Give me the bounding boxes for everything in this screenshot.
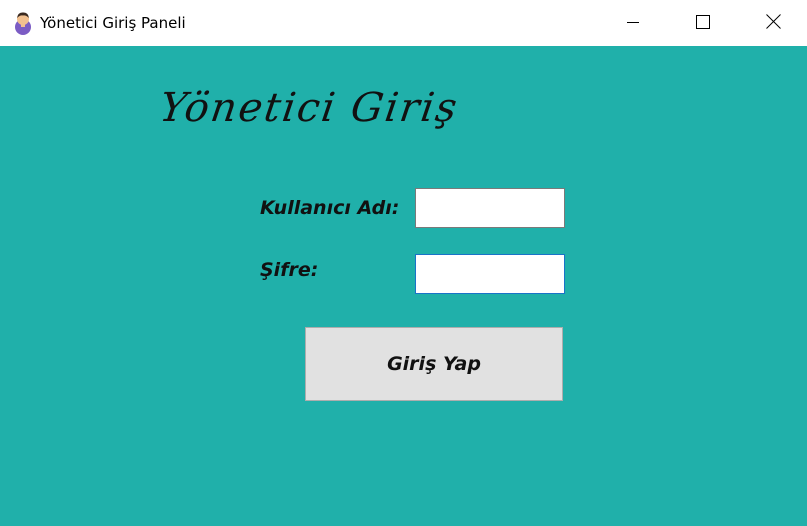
username-field[interactable] — [415, 188, 565, 228]
title-bar[interactable]: Yönetici Giriş Paneli — [0, 0, 807, 46]
page-title: Yönetici Giriş — [156, 85, 462, 131]
minimize-button[interactable] — [604, 0, 662, 46]
login-panel: Yönetici Giriş Kullanıcı Adı: Şifre: Gir… — [0, 46, 807, 526]
login-button-label: Giriş Yap — [387, 353, 481, 375]
username-label: Kullanıcı Adı: — [260, 197, 400, 219]
close-button[interactable] — [744, 0, 802, 46]
login-button[interactable]: Giriş Yap — [305, 327, 563, 401]
maximize-button[interactable] — [674, 0, 732, 46]
close-icon — [765, 13, 781, 33]
password-label: Şifre: — [260, 259, 319, 281]
minimize-icon — [626, 14, 640, 33]
window-title: Yönetici Giriş Paneli — [40, 14, 186, 32]
maximize-icon — [696, 14, 710, 33]
user-avatar-icon — [12, 11, 34, 35]
app-window: Yönetici Giriş Paneli Yönetici Giriş Kul… — [0, 0, 807, 526]
password-field[interactable] — [415, 254, 565, 294]
